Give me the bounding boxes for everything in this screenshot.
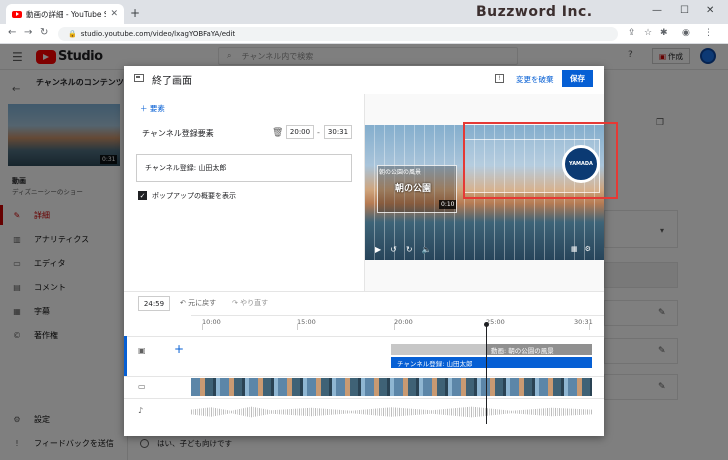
rewind-10-icon[interactable]: ↺ <box>390 245 397 254</box>
undo-icon: ↶ <box>180 299 186 307</box>
tick-mark <box>297 324 298 330</box>
elements-track <box>124 336 604 376</box>
playhead[interactable] <box>486 324 487 424</box>
redo-label: やり直す <box>240 299 269 307</box>
bookmark-star-icon[interactable]: ☆ <box>644 28 652 38</box>
settings-icon[interactable]: ⚙ <box>585 245 591 253</box>
music-note-icon: ♪ <box>138 406 144 415</box>
video-element-bar[interactable]: 動画: 朝の公園の風景 <box>487 344 592 355</box>
chrome-menu-icon[interactable]: ⋮ <box>704 28 713 38</box>
start-time-input[interactable]: 20:00 <box>286 125 314 139</box>
tab-title: 動画の詳細 - YouTube Studio <box>26 9 107 19</box>
browser-tab[interactable]: 動画の詳細 - YouTube Studio ✕ <box>6 4 124 24</box>
popup-checkbox-label: ポップアップの概要を表示 <box>152 192 236 200</box>
add-element-button[interactable]: ＋ 要素 <box>140 103 165 114</box>
ruler-baseline <box>191 315 604 316</box>
feedback-icon[interactable]: ! <box>495 74 504 83</box>
redo-button[interactable]: ↷ やり直す <box>232 298 268 308</box>
save-button[interactable]: 保存 <box>562 70 593 87</box>
back-icon[interactable]: ← <box>8 27 16 38</box>
highlight-box <box>463 122 618 199</box>
tick-mark <box>394 324 395 330</box>
video-element-bar-lead <box>391 344 487 355</box>
tick-label: 15:00 <box>297 318 316 326</box>
dialog-title: 終了画面 <box>152 76 192 87</box>
new-tab-icon[interactable]: + <box>130 6 140 20</box>
player-controls: ▶ ↺ ↻ 🔈 <box>375 245 432 254</box>
element-type-label: チャンネル登録要素 <box>142 129 214 138</box>
forward-icon[interactable]: → <box>24 27 32 38</box>
url-field[interactable]: 🔒 studio.youtube.com/video/lxagYOBFaYA/e… <box>58 27 618 41</box>
time-separator: - <box>317 128 320 137</box>
video-element-text: 朝の公園 <box>395 184 432 194</box>
popup-checkbox[interactable]: ✓ <box>138 191 147 200</box>
video-element-title: 朝の公園の風景 <box>379 169 422 176</box>
grid-icon[interactable]: ▦ <box>571 245 578 253</box>
channel-select-field[interactable]: チャンネル登録: 山田太郎 <box>136 154 352 182</box>
add-track-element-icon[interactable]: + <box>174 342 184 356</box>
end-time-input[interactable]: 30:31 <box>324 125 352 139</box>
tick-label: 10:00 <box>202 318 221 326</box>
end-screen-icon <box>134 74 144 82</box>
profile-icon[interactable]: ◉ <box>682 28 690 38</box>
tick-label: 20:00 <box>394 318 413 326</box>
end-screen-track-icon: ▣ <box>138 346 146 355</box>
share-icon[interactable]: ⇪ <box>628 28 636 38</box>
active-track-indicator <box>124 336 127 376</box>
subscribe-element-bar[interactable]: チャンネル登録: 山田太郎 <box>391 357 592 368</box>
undo-label: 元に戻す <box>188 299 217 307</box>
lock-icon: 🔒 <box>68 30 77 38</box>
video-filmstrip[interactable] <box>191 378 592 396</box>
forward-10-icon[interactable]: ↻ <box>406 245 413 254</box>
video-track-icon: ▭ <box>138 382 146 391</box>
add-element-label: 要素 <box>149 104 165 113</box>
timeline-current-time[interactable]: 24:59 <box>138 296 170 311</box>
discard-changes-button[interactable]: 変更を破棄 <box>516 74 554 85</box>
maximize-icon[interactable]: ☐ <box>680 5 689 16</box>
volume-icon[interactable]: 🔈 <box>422 245 432 254</box>
tick-mark <box>589 324 590 330</box>
video-element-duration: 0:10 <box>439 200 457 209</box>
close-window-icon[interactable]: ✕ <box>706 5 714 16</box>
url-text: studio.youtube.com/video/lxagYOBFaYA/edi… <box>80 30 236 38</box>
tick-mark <box>202 324 203 330</box>
divider <box>124 291 604 292</box>
extensions-icon[interactable]: ✱ <box>660 28 668 38</box>
player-controls-right: ▦ ⚙ <box>571 245 591 253</box>
play-icon[interactable]: ▶ <box>375 245 381 254</box>
undo-button[interactable]: ↶ 元に戻す <box>180 298 216 308</box>
plus-icon: ＋ <box>140 104 148 113</box>
reload-icon[interactable]: ↻ <box>40 27 48 38</box>
redo-icon: ↷ <box>232 299 238 307</box>
close-tab-icon[interactable]: ✕ <box>110 9 118 19</box>
end-screen-dialog: 終了画面 ! 変更を破棄 保存 ＋ 要素 チャンネル登録要素 🗑 20:00 -… <box>124 66 618 436</box>
youtube-favicon-icon <box>12 10 22 18</box>
brand-watermark: Buzzword Inc. <box>476 4 593 20</box>
trash-icon[interactable]: 🗑 <box>272 128 283 138</box>
minimize-icon[interactable]: — <box>652 5 662 16</box>
